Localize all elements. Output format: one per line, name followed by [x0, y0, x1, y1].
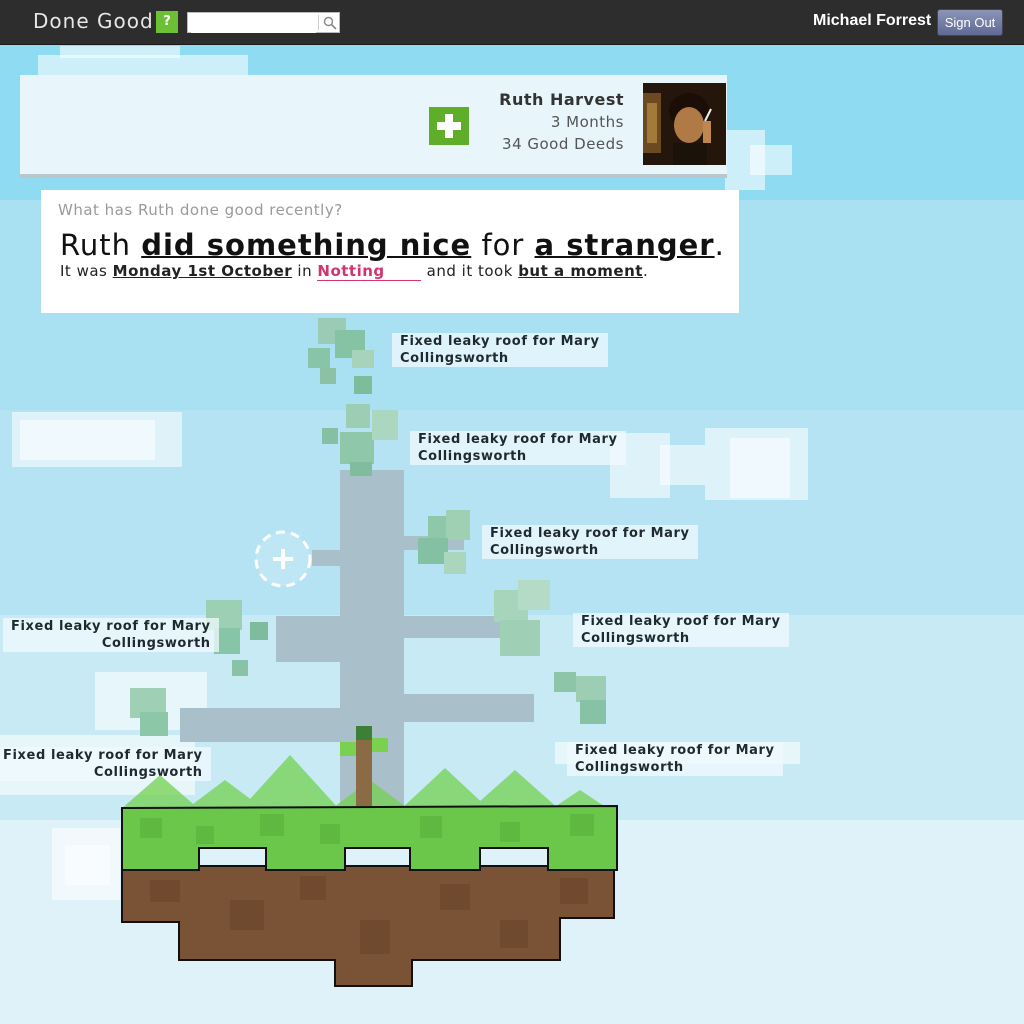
deed-it-was: It was — [60, 262, 108, 280]
deed-label-line1: Fixed leaky roof for Mary — [581, 614, 781, 629]
deed-label-line2: Collingsworth — [575, 760, 684, 775]
deed-label-line2: Collingsworth — [400, 351, 509, 366]
island-dirt — [121, 865, 615, 987]
deed-details: It was Monday 1st October in and it took… — [60, 262, 648, 281]
profile-card: Ruth Harvest 3 Months 34 Good Deeds — [20, 75, 727, 178]
tree-branch-right-low — [404, 694, 534, 722]
deed-in: in — [297, 262, 313, 280]
avatar-image — [643, 83, 726, 165]
deed-label[interactable]: Fixed leaky roof for Mary Collingsworth — [567, 742, 783, 776]
deed-label[interactable]: Fixed leaky roof for Mary Collingsworth — [3, 618, 219, 652]
deed-end: . — [642, 262, 649, 280]
plus-icon-vertical — [445, 114, 453, 138]
deed-label[interactable]: Fixed leaky roof for Mary Collingsworth — [573, 613, 789, 647]
deed-form: What has Ruth done good recently? Ruth d… — [41, 190, 739, 313]
deed-label-line2: Collingsworth — [490, 543, 599, 558]
deed-label-line1: Fixed leaky roof for Mary — [3, 748, 203, 763]
user-name[interactable]: Michael Forrest — [813, 12, 931, 30]
search-box[interactable] — [187, 12, 340, 33]
tree-trunk — [340, 470, 404, 810]
grass-texture — [140, 814, 594, 844]
deed-label-line1: Fixed leaky roof for Mary — [418, 432, 618, 447]
add-deed-icon[interactable] — [254, 530, 312, 588]
sapling-trunk — [356, 738, 372, 806]
sapling-leaf-left — [340, 742, 356, 756]
island-grass — [121, 804, 618, 871]
tree-branch-left-mid — [276, 616, 340, 662]
deed-recipient-selector[interactable]: a stranger — [535, 228, 715, 262]
search-input[interactable] — [191, 16, 316, 33]
sign-out-button[interactable]: Sign Out — [937, 9, 1003, 36]
deed-label-line2: Collingsworth — [93, 765, 203, 780]
profile-name[interactable]: Ruth Harvest — [499, 89, 624, 111]
profile-info: Ruth Harvest 3 Months 34 Good Deeds — [499, 89, 624, 155]
avatar[interactable] — [643, 83, 726, 165]
deed-label-line2: Collingsworth — [581, 631, 690, 646]
deed-took: and it took — [426, 262, 513, 280]
deed-label-line2: Collingsworth — [418, 449, 527, 464]
add-friend-button[interactable] — [429, 107, 469, 145]
deed-label-line1: Fixed leaky roof for Mary — [400, 334, 600, 349]
deed-subject: Ruth — [60, 228, 131, 262]
deed-question: What has Ruth done good recently? — [58, 201, 343, 219]
sapling-leaf — [356, 726, 372, 740]
deed-sentence: Ruth did something nice for a stranger. — [60, 228, 725, 262]
deed-label-line1: Fixed leaky roof for Mary — [11, 619, 211, 634]
tree-branch-upper-left — [312, 550, 340, 566]
sapling-leaf-right — [372, 738, 388, 752]
deed-date-selector[interactable]: Monday 1st October — [113, 262, 293, 280]
search-icon[interactable] — [323, 16, 337, 30]
search-divider — [318, 15, 319, 30]
tree-branch-left-low — [180, 708, 340, 742]
deed-duration-selector[interactable]: but a moment — [518, 262, 643, 280]
top-bar: Done Good ? Michael Forrest Sign Out — [0, 0, 1024, 45]
deed-label-line1: Fixed leaky roof for Mary — [490, 526, 690, 541]
tree-branch-right-mid — [404, 616, 500, 638]
deed-label[interactable]: Fixed leaky roof for Mary Collingsworth — [482, 525, 698, 559]
dirt-texture — [150, 876, 588, 954]
deed-label[interactable]: Fixed leaky roof for Mary Collingsworth — [410, 431, 626, 465]
help-button[interactable]: ? — [156, 11, 178, 33]
deed-connector: for — [481, 228, 525, 262]
deed-location-input[interactable] — [317, 262, 422, 281]
deed-period: . — [714, 228, 725, 262]
app-title[interactable]: Done Good — [33, 9, 154, 33]
deed-label[interactable]: Fixed leaky roof for Mary Collingsworth — [0, 747, 211, 781]
deed-label-line1: Fixed leaky roof for Mary — [575, 743, 775, 758]
deed-label-line2: Collingsworth — [101, 636, 211, 651]
profile-deeds-count: 34 Good Deeds — [502, 135, 624, 153]
deed-label[interactable]: Fixed leaky roof for Mary Collingsworth — [392, 333, 608, 367]
deed-action-selector[interactable]: did something nice — [141, 228, 471, 262]
profile-tenure: 3 Months — [550, 113, 624, 131]
